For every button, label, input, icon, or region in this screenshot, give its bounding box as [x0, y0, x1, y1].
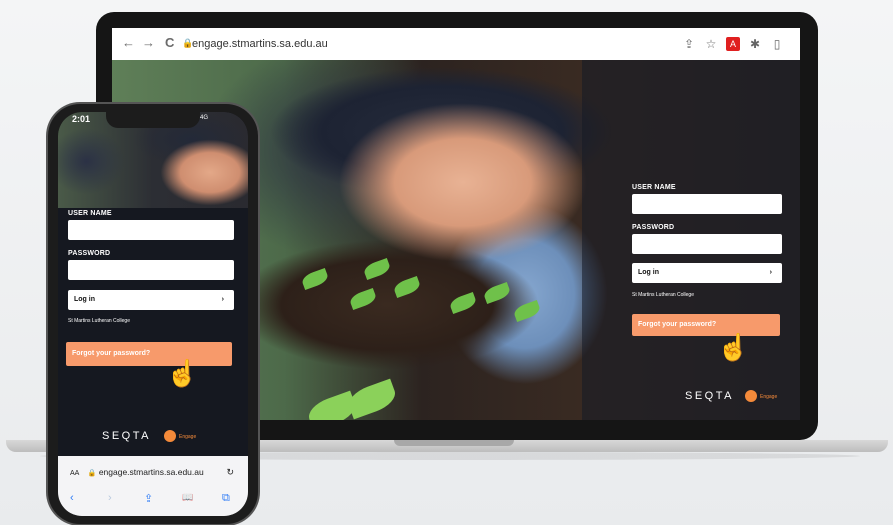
seqta-logo: SEQTA	[685, 390, 734, 402]
status-network: 4G	[200, 115, 209, 121]
chevron-right-icon: ›	[221, 296, 224, 303]
mobile-engage-label: Engage	[179, 434, 197, 440]
share-icon[interactable]: ⇪	[144, 492, 153, 505]
username-label: USER NAME	[632, 184, 676, 191]
mobile-login-button-label: Log in	[74, 296, 95, 303]
address-bar[interactable]: engage.stmartins.sa.edu.au	[192, 34, 328, 54]
seedling	[512, 299, 542, 323]
password-input[interactable]	[632, 234, 782, 254]
side-panel-icon[interactable]: ▯	[770, 37, 784, 51]
seedling	[448, 291, 478, 315]
mobile-seqta-logo: SEQTA	[102, 430, 151, 442]
safari-forward-icon[interactable]: ›	[108, 492, 112, 504]
reload-button[interactable]: C	[165, 36, 174, 50]
login-panel: USER NAME PASSWORD Log in › St Martins L…	[582, 60, 800, 420]
share-icon[interactable]: ⇪	[682, 37, 696, 51]
mobile-password-label: PASSWORD	[68, 250, 111, 257]
hand-pointer-icon: ☝	[717, 332, 750, 362]
seedling	[392, 275, 422, 299]
laptop-hinge-notch	[394, 440, 514, 446]
forward-button[interactable]: →	[142, 36, 155, 50]
back-button[interactable]: ←	[122, 36, 135, 50]
mobile-forgot-password-button[interactable]: Forgot your password?	[66, 342, 232, 366]
safari-address-bar[interactable]: AA 🔒 engage.stmartins.sa.edu.au ↻	[66, 464, 240, 480]
phone-notch	[106, 112, 200, 128]
username-input[interactable]	[632, 194, 782, 214]
login-button-label: Log in	[638, 269, 659, 276]
mobile-background-photo	[58, 112, 248, 222]
text-size-button[interactable]: AA	[70, 470, 79, 477]
mobile-login-panel: USER NAME PASSWORD Log in › St Martins L…	[58, 208, 248, 456]
status-time: 2:01	[72, 114, 91, 124]
mobile-login-button[interactable]: Log in ›	[68, 290, 234, 310]
bookmarks-icon[interactable]: 📖	[182, 492, 193, 503]
safari-back-icon[interactable]: ‹	[70, 492, 74, 504]
engage-logo-icon	[745, 390, 757, 402]
seedling	[362, 257, 392, 281]
seedling	[482, 281, 512, 305]
engage-logo-icon	[164, 430, 176, 442]
engage-label: Engage	[760, 394, 778, 400]
bookmark-star-icon[interactable]: ☆	[704, 37, 718, 51]
phone-screen: 2:01 4G USER NAME PASSWORD Log in › St M…	[58, 112, 248, 516]
lettuce-plant	[345, 378, 399, 420]
pdf-extension-icon[interactable]: A	[726, 37, 740, 51]
extensions-puzzle-icon[interactable]: ✱	[748, 37, 762, 51]
mobile-username-input[interactable]	[68, 220, 234, 240]
login-button[interactable]: Log in ›	[632, 263, 782, 283]
school-name: St Martins Lutheran College	[632, 292, 694, 298]
mobile-school-name: St Martins Lutheran College	[68, 318, 130, 324]
lock-icon: 🔒	[87, 470, 97, 477]
chevron-right-icon: ›	[769, 269, 772, 276]
password-label: PASSWORD	[632, 224, 675, 231]
tabs-icon[interactable]: ⧉	[222, 492, 230, 505]
safari-url: engage.stmartins.sa.edu.au	[98, 467, 204, 477]
browser-toolbar: ← → C 🔒 engage.stmartins.sa.edu.au ⇪ ☆ A…	[112, 28, 800, 61]
seedling	[348, 287, 378, 311]
seedling	[300, 267, 330, 291]
reload-icon[interactable]: ↻	[226, 464, 234, 480]
safari-bottom-bar: AA 🔒 engage.stmartins.sa.edu.au ↻ ‹ › ⇪ …	[58, 456, 248, 516]
mobile-username-label: USER NAME	[68, 210, 112, 217]
mobile-password-input[interactable]	[68, 260, 234, 280]
hand-pointer-icon: ☝	[166, 358, 199, 388]
forgot-password-button[interactable]: Forgot your password?	[632, 314, 780, 336]
